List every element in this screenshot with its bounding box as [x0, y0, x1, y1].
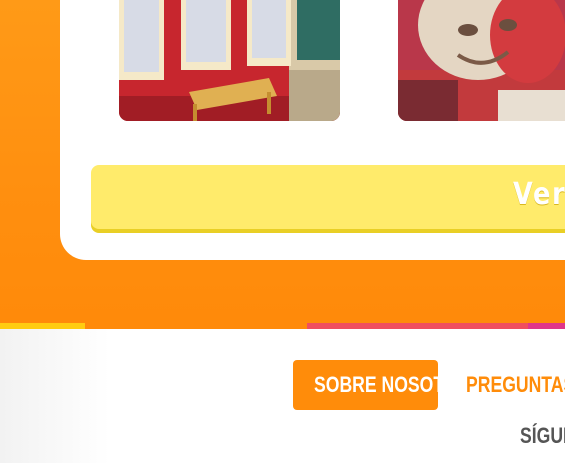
gallery-photo-lobby[interactable]: [119, 0, 340, 121]
nav-about-us[interactable]: SOBRE NOSOTROS: [293, 360, 482, 410]
follow-us-label: SÍGUE: [520, 423, 565, 448]
lobby-photo-image: [119, 0, 340, 121]
masks-photo-image: [398, 0, 565, 121]
nav-faq-label: PREGUNTAS F: [466, 372, 565, 397]
nav-about-us-label: SOBRE NOSOTROS: [314, 372, 483, 397]
see-more-label: Ver: [513, 177, 565, 212]
hero-section: Ver: [0, 0, 565, 323]
footer-shade: [0, 329, 110, 463]
see-more-button[interactable]: Ver: [91, 165, 565, 229]
color-stripe-red: [307, 323, 528, 329]
gallery-photo-masks[interactable]: [398, 0, 565, 121]
nav-faq[interactable]: PREGUNTAS F: [466, 360, 565, 410]
color-stripe-pink: [528, 323, 565, 329]
follow-us-heading: SÍGUE: [520, 423, 565, 449]
color-stripe-orange: [85, 323, 307, 329]
